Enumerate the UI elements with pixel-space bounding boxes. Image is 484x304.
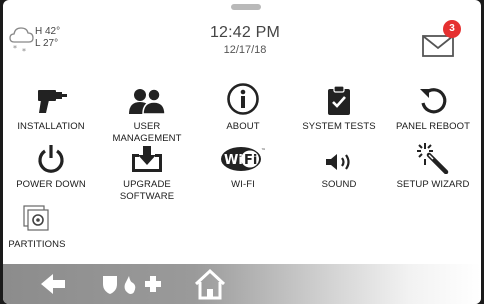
- clock-date: 12/17/18: [223, 44, 267, 56]
- tile-installation[interactable]: INSTALLATION: [3, 82, 99, 133]
- svg-text:*: *: [22, 47, 26, 56]
- tile-upgrade-software[interactable]: UPGRADE SOFTWARE: [99, 140, 195, 203]
- tile-label: INSTALLATION: [17, 121, 85, 132]
- tile-label: SETUP WIZARD: [396, 179, 470, 190]
- emergency-button[interactable]: [99, 272, 165, 301]
- medical-cross-icon: [145, 276, 161, 292]
- clipboard-check-icon: [328, 85, 350, 115]
- tile-label: PANEL REBOOT: [395, 121, 471, 132]
- back-arrow-icon: [41, 274, 65, 294]
- users-icon: [129, 88, 166, 115]
- weather-high: H 42°: [35, 26, 61, 37]
- tile-wi-fi[interactable]: Wi Fi ™ WI-FI: [195, 140, 291, 191]
- tile-user-management[interactable]: USER MANAGEMENT: [99, 82, 195, 145]
- tile-label: UPGRADE SOFTWARE: [119, 179, 175, 202]
- drill-icon: [38, 90, 67, 113]
- tile-label: ABOUT: [226, 121, 260, 132]
- back-button[interactable]: [39, 272, 67, 301]
- tile-label: WI-FI: [231, 179, 255, 190]
- tile-setup-wizard[interactable]: SETUP WIZARD: [385, 140, 481, 191]
- speaker-icon: [326, 154, 350, 170]
- tile-partitions[interactable]: PARTITIONS: [3, 200, 85, 251]
- svg-text:*: *: [13, 44, 17, 53]
- clock-time: 12:42 PM: [209, 24, 281, 41]
- clock: 12:42 PM 12/17/18: [183, 24, 307, 56]
- emergency-icons: [103, 276, 161, 294]
- tile-label: SYSTEM TESTS: [302, 121, 376, 132]
- flame-icon: [124, 276, 136, 294]
- svg-text:Wi: Wi: [224, 153, 243, 168]
- message-count-badge: 3: [443, 20, 461, 38]
- weather-widget[interactable]: * * H 42° L 27°: [9, 22, 99, 60]
- home-icon: [194, 268, 226, 300]
- tile-label: POWER DOWN: [16, 179, 86, 190]
- magic-wand-icon: [417, 143, 449, 174]
- tile-label: PARTITIONS: [8, 239, 66, 250]
- tile-label: SOUND: [321, 179, 357, 190]
- tile-panel-reboot[interactable]: PANEL REBOOT: [385, 82, 481, 133]
- snow-cloud-icon: * *: [9, 27, 34, 56]
- info-icon: [227, 83, 259, 115]
- power-icon: [38, 145, 64, 173]
- shield-icon: [103, 276, 117, 294]
- tile-power-down[interactable]: POWER DOWN: [3, 140, 99, 191]
- weather-low: L 27°: [35, 38, 59, 49]
- home-button[interactable]: [193, 268, 227, 304]
- wifi-logo-icon: Wi Fi ™: [221, 147, 266, 171]
- partitions-icon: [23, 205, 49, 231]
- pull-down-tab[interactable]: [231, 4, 261, 10]
- messages-button[interactable]: 3: [419, 20, 479, 60]
- reboot-icon: [420, 88, 447, 114]
- bottom-bar: [3, 264, 481, 304]
- svg-text:Fi: Fi: [244, 153, 257, 168]
- tile-about[interactable]: ABOUT: [195, 82, 291, 133]
- tile-system-tests[interactable]: SYSTEM TESTS: [291, 82, 387, 133]
- settings-screen: * * H 42° L 27° 12:42 PM 12/17/18 3 INST…: [3, 0, 481, 304]
- tile-sound[interactable]: SOUND: [291, 140, 387, 191]
- svg-text:™: ™: [261, 148, 266, 154]
- download-tray-icon: [132, 146, 162, 172]
